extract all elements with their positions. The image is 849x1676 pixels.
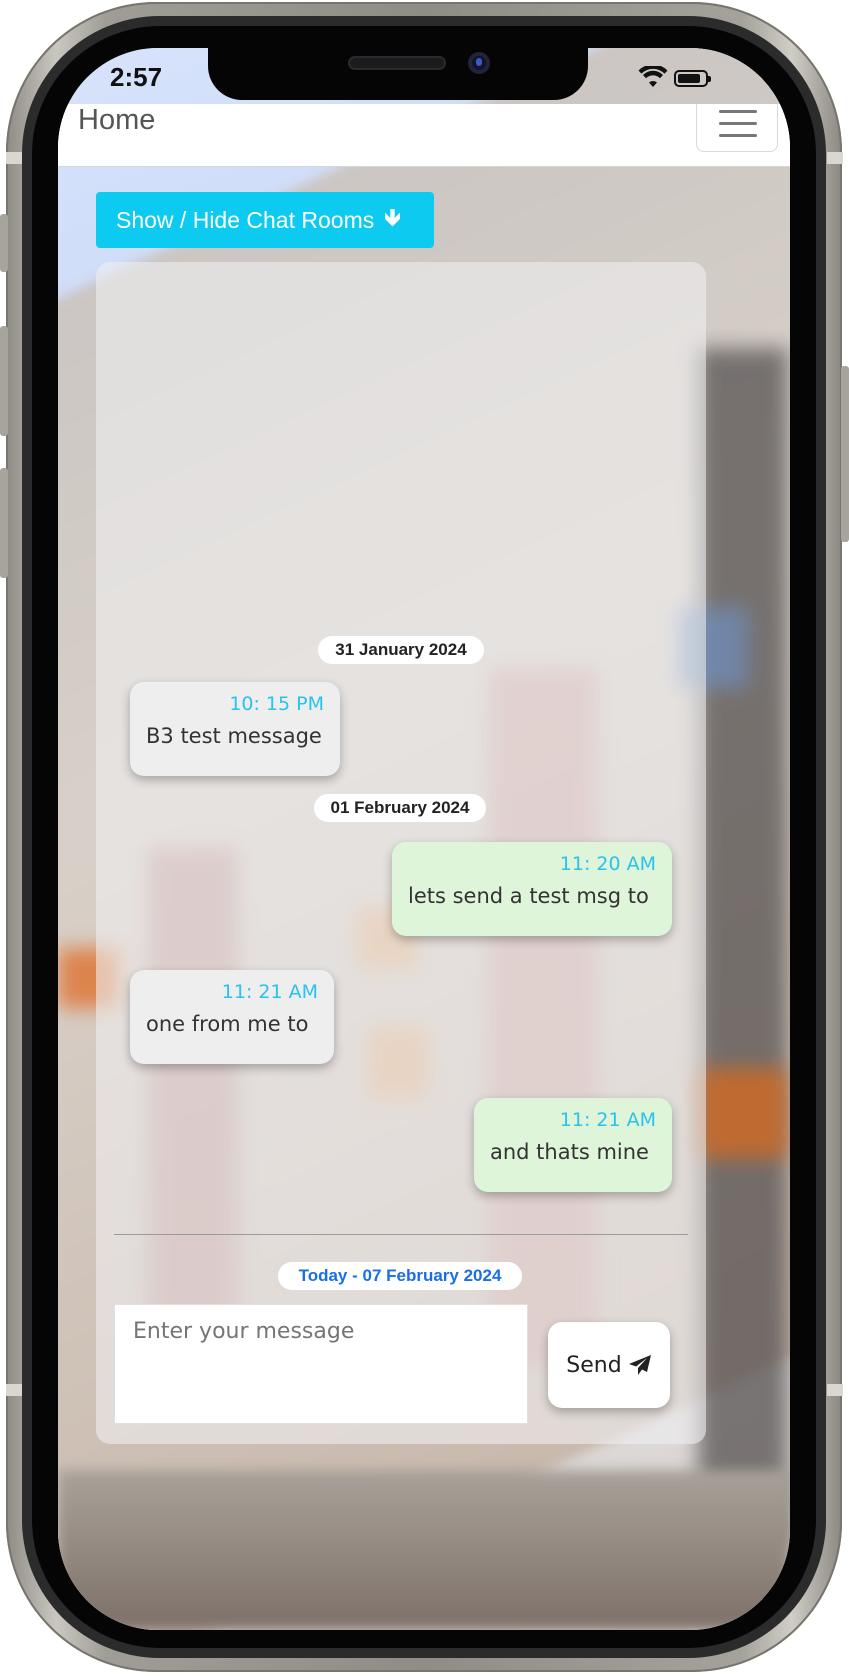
cellular-signal-icon (598, 76, 626, 95)
today-date-label: Today - 07 February 2024 (278, 1262, 522, 1290)
toggle-chat-rooms-button[interactable]: Show / Hide Chat Rooms 🡻 (96, 192, 434, 248)
message-text: one from me to (146, 1012, 309, 1036)
speaker-grille (348, 56, 446, 70)
status-bar: 2:57 (58, 48, 790, 104)
side-button-mute (0, 214, 8, 272)
message-bubble-outgoing: 11: 20 AM lets send a test msg to (392, 842, 672, 936)
message-text: and thats mine (490, 1140, 649, 1164)
side-button-volume-down (0, 468, 8, 578)
message-text: lets send a test msg to (408, 884, 649, 908)
paper-plane-icon (628, 1355, 651, 1375)
battery-icon (674, 70, 711, 87)
message-text: B3 test message (146, 724, 322, 748)
arrow-down-icon: 🡻 (384, 203, 401, 230)
hamburger-menu-icon[interactable] (696, 104, 778, 152)
toggle-chat-rooms-label: Show / Hide Chat Rooms (116, 206, 375, 233)
antenna-band (827, 1384, 843, 1396)
nav-title[interactable]: Home (78, 104, 155, 137)
date-separator: 31 January 2024 (318, 636, 484, 664)
message-time: 11: 21 AM (221, 981, 318, 1003)
side-button-volume-up (0, 326, 8, 436)
message-bubble-outgoing: 11: 21 AM and thats mine (474, 1098, 672, 1192)
antenna-band (6, 152, 22, 164)
phone-screen: 2:57 Home Show / Hide Chat Rooms 🡻 31 Ja… (58, 48, 790, 1630)
side-button-power (841, 366, 849, 542)
navbar: Home (58, 104, 790, 167)
antenna-band (6, 1384, 22, 1396)
antenna-band (827, 152, 843, 164)
message-input[interactable] (114, 1304, 528, 1424)
divider (114, 1234, 688, 1235)
wifi-icon (638, 66, 668, 87)
status-time: 2:57 (110, 62, 163, 92)
send-button[interactable]: Send (548, 1322, 670, 1408)
front-camera (468, 52, 490, 74)
send-button-label: Send (566, 1352, 622, 1378)
date-separator: 01 February 2024 (314, 794, 486, 822)
message-bubble-incoming: 10: 15 PM B3 test message (130, 682, 340, 776)
notch (208, 48, 588, 100)
message-time: 11: 20 AM (559, 853, 656, 875)
message-time: 10: 15 PM (229, 693, 324, 715)
message-time: 11: 21 AM (559, 1109, 656, 1131)
message-bubble-incoming: 11: 21 AM one from me to (130, 970, 334, 1064)
